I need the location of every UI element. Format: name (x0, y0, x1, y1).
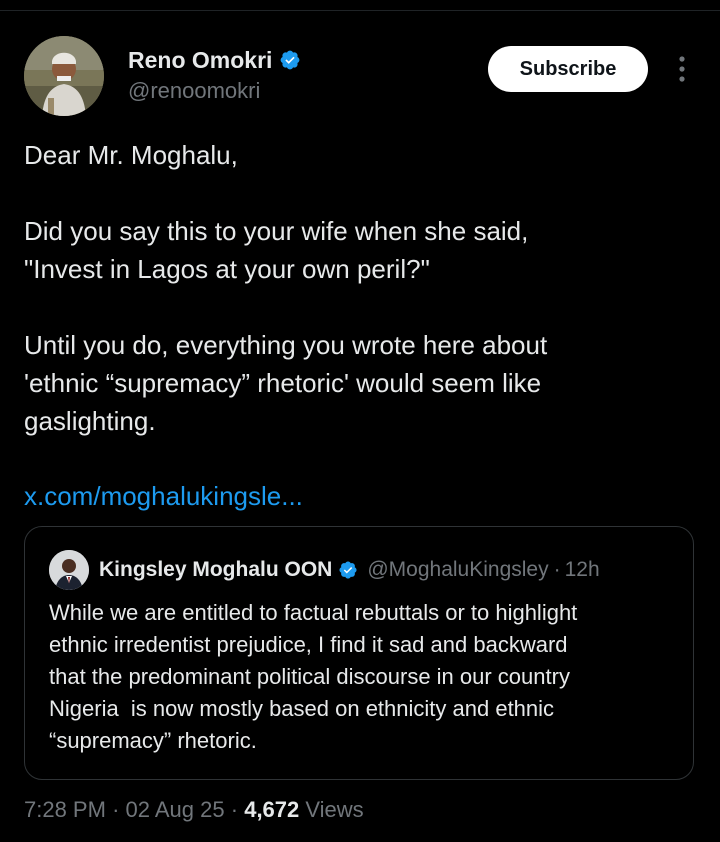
quoted-tweet-line: “supremacy” rhetoric. (49, 728, 257, 753)
views-count[interactable]: 4,672 (244, 797, 299, 822)
tweet-line: Dear Mr. Moghalu, (24, 140, 238, 170)
quoted-tweet-line: that the predominant political discourse… (49, 664, 570, 689)
tweet-line: 'ethnic “supremacy” rhetoric' would seem… (24, 368, 542, 398)
separator-dot: · (553, 558, 561, 581)
views-label[interactable]: Views (305, 797, 363, 822)
quoted-tweet-body: While we are entitled to factual rebutta… (49, 597, 679, 757)
tweet-date[interactable]: 02 Aug 25 (126, 797, 225, 822)
tweet-body: Dear Mr. Moghalu, Did you say this to yo… (24, 136, 696, 440)
quoted-author-display-name[interactable]: Kingsley Moghalu OON (99, 558, 332, 582)
author-name-block[interactable]: Reno Omokri @renoomokri (128, 44, 301, 104)
quoted-tweet-card[interactable]: Kingsley Moghalu OON @MoghaluKingsley · … (24, 526, 694, 780)
tweet-meta: 7:28 PM · 02 Aug 25 · 4,672 Views (24, 792, 364, 828)
tweet-time[interactable]: 7:28 PM (24, 797, 106, 822)
top-divider (0, 10, 720, 11)
author-handle[interactable]: @renoomokri (128, 78, 301, 104)
verified-badge-icon (281, 50, 300, 70)
subscribe-button[interactable]: Subscribe (488, 46, 648, 92)
verified-badge-icon (339, 561, 357, 579)
quoted-tweet-line: While we are entitled to factual rebutta… (49, 600, 578, 625)
author-display-name[interactable]: Reno Omokri (128, 47, 272, 74)
tweet-line: Did you say this to your wife when she s… (24, 216, 529, 246)
author-avatar[interactable] (24, 36, 104, 116)
quoted-tweet-line: Nigeria is now mostly based on ethnicity… (49, 696, 555, 721)
separator-dot: · (112, 797, 120, 822)
tweet-header: Reno Omokri @renoomokri Subscribe (24, 36, 696, 118)
quoted-tweet-time[interactable]: 12h (565, 558, 600, 582)
tweet-line: gaslighting. (24, 406, 156, 436)
tweet-link[interactable]: x.com/moghalukingsle... (24, 477, 303, 515)
more-vertical-icon[interactable] (670, 52, 694, 86)
quoted-tweet-line: ethnic irredentist prejudice, I find it … (49, 632, 568, 657)
quoted-author-avatar[interactable] (49, 550, 89, 590)
separator-dot: · (230, 797, 239, 822)
quoted-tweet-header: Kingsley Moghalu OON @MoghaluKingsley · … (49, 550, 600, 590)
tweet-line: "Invest in Lagos at your own peril?" (24, 254, 430, 284)
tweet-line: Until you do, everything you wrote here … (24, 330, 548, 360)
quoted-author-handle[interactable]: @MoghaluKingsley (367, 558, 548, 582)
